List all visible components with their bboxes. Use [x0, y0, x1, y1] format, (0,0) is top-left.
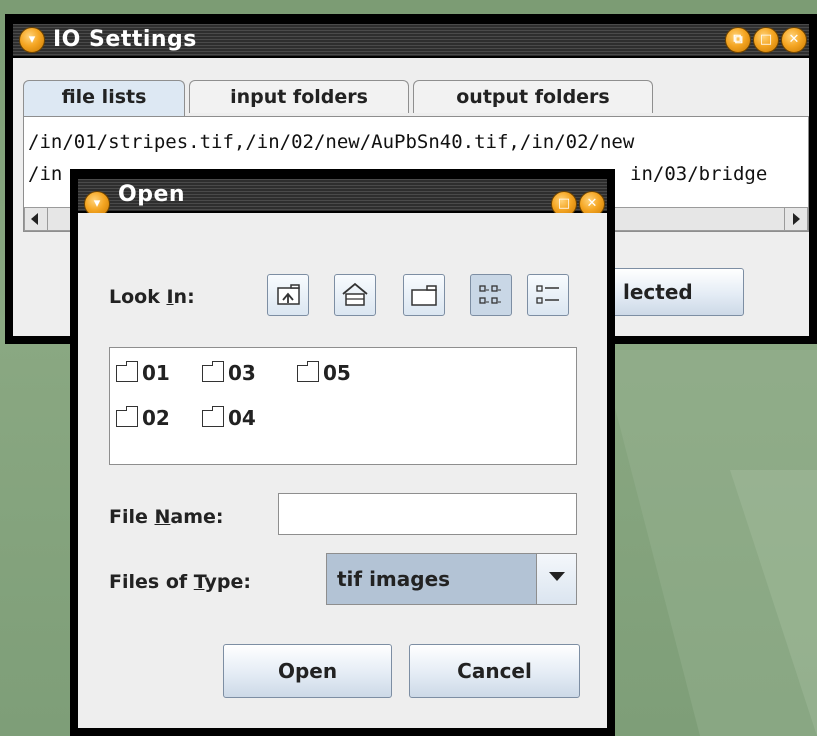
folder-icon [202, 361, 224, 382]
home-icon [342, 282, 368, 306]
files-of-type-label: Files of Type: [109, 571, 251, 593]
maximize-icon[interactable]: □ [753, 27, 779, 53]
folder-label: 05 [323, 361, 351, 385]
window-title: IO Settings [53, 27, 197, 52]
label-text: n: [173, 286, 195, 308]
folder-item[interactable]: 04 [202, 405, 256, 431]
button-label: Cancel [457, 659, 532, 683]
look-in-label: Look In: [109, 286, 195, 308]
open-dialog-titlebar[interactable]: ▾ Open □ ✕ [78, 179, 607, 217]
close-icon[interactable]: ✕ [781, 27, 807, 53]
folder-item[interactable]: 02 [116, 405, 170, 431]
label-text: ype: [204, 571, 251, 593]
tab-label: output folders [456, 86, 610, 108]
file-name-input[interactable] [278, 493, 577, 535]
tab-input-folders[interactable]: input folders [189, 80, 409, 113]
select-button-partial[interactable]: lected [608, 268, 744, 316]
open-button[interactable]: Open [223, 644, 392, 698]
folder-label: 04 [228, 406, 256, 430]
new-folder-icon [411, 285, 437, 306]
label-text: Look [109, 286, 167, 308]
list-view-icon [479, 285, 501, 304]
folder-icon [202, 406, 224, 427]
restore-icon[interactable]: ⧉ [725, 27, 751, 53]
file-list-line: /in/01/stripes.tif,/in/02/new/AuPbSn40.t… [28, 131, 635, 153]
label-mnemonic: N [154, 506, 171, 528]
dropdown-button[interactable] [536, 554, 576, 604]
folder-icon [116, 361, 138, 382]
tab-file-lists[interactable]: file lists [23, 80, 185, 116]
scroll-left-button[interactable] [25, 208, 48, 230]
window-menu-icon[interactable]: ▾ [19, 27, 45, 53]
up-folder-button[interactable] [267, 274, 309, 316]
button-label: Open [277, 659, 338, 683]
open-dialog: ▾ Open □ ✕ Look In: 01 03 05 02 04 File … [70, 169, 615, 736]
chevron-down-icon [549, 572, 565, 581]
folder-label: 01 [142, 361, 170, 385]
folder-label: 02 [142, 406, 170, 430]
folder-item[interactable]: 03 [202, 360, 256, 386]
tab-label: input folders [230, 86, 368, 108]
label-text: ame: [170, 506, 224, 528]
list-view-button[interactable] [470, 274, 512, 316]
folder-label: 03 [228, 361, 256, 385]
io-settings-titlebar[interactable]: ▾ IO Settings ⧉ □ ✕ [13, 24, 809, 56]
open-dialog-client: Look In: 01 03 05 02 04 File Name: Files… [78, 213, 607, 728]
button-label: lected [623, 280, 693, 304]
file-name-label: File Name: [109, 506, 224, 528]
folder-icon [297, 361, 319, 382]
dialog-title: Open [118, 182, 186, 207]
up-folder-icon [277, 284, 300, 305]
folder-item[interactable]: 05 [297, 360, 351, 386]
tab-label: file lists [61, 86, 147, 108]
cancel-button[interactable]: Cancel [409, 644, 580, 698]
selected-type: tif images [337, 567, 451, 591]
details-view-icon [536, 285, 559, 304]
new-folder-button[interactable] [403, 274, 445, 316]
file-list-line: /in [28, 163, 63, 185]
files-of-type-select[interactable]: tif images [326, 553, 577, 605]
home-button[interactable] [334, 274, 376, 316]
scroll-right-button[interactable] [784, 208, 807, 230]
label-text: Files of [109, 571, 194, 593]
details-view-button[interactable] [527, 274, 569, 316]
folder-item[interactable]: 01 [116, 360, 170, 386]
label-mnemonic: T [193, 571, 205, 593]
folder-icon [116, 406, 138, 427]
label-text: File [109, 506, 155, 528]
folder-list[interactable]: 01 03 05 02 04 [109, 347, 577, 465]
label-mnemonic: I [166, 286, 174, 308]
tab-output-folders[interactable]: output folders [413, 80, 653, 113]
file-list-line: in/03/bridge [630, 163, 768, 185]
